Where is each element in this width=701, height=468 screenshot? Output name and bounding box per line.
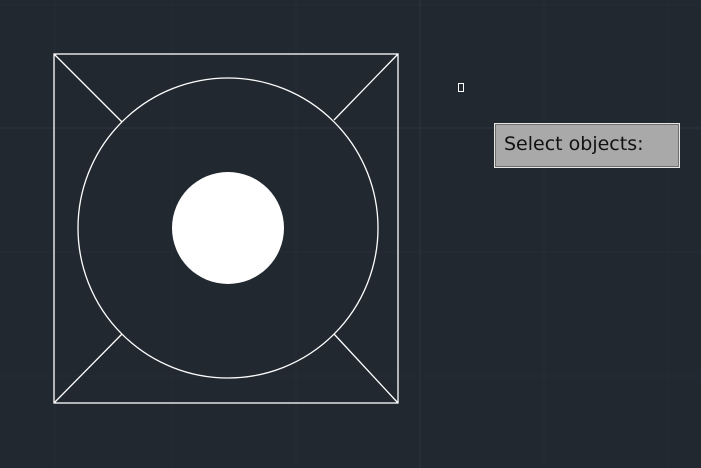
select-objects-tooltip: Select objects: — [494, 123, 680, 168]
corner-diagonal-top-left[interactable] — [53, 53, 123, 123]
grid — [0, 0, 701, 468]
corner-diagonal-top-right[interactable] — [333, 53, 399, 121]
pickbox-cursor-icon — [458, 83, 464, 92]
corner-diagonal-bottom-right[interactable] — [333, 333, 399, 404]
corner-diagonal-bottom-left[interactable] — [53, 333, 123, 404]
canvas-graphics — [0, 0, 701, 468]
filled-inner-circle[interactable] — [172, 172, 284, 284]
drawing-canvas[interactable]: Select objects: — [0, 0, 701, 468]
